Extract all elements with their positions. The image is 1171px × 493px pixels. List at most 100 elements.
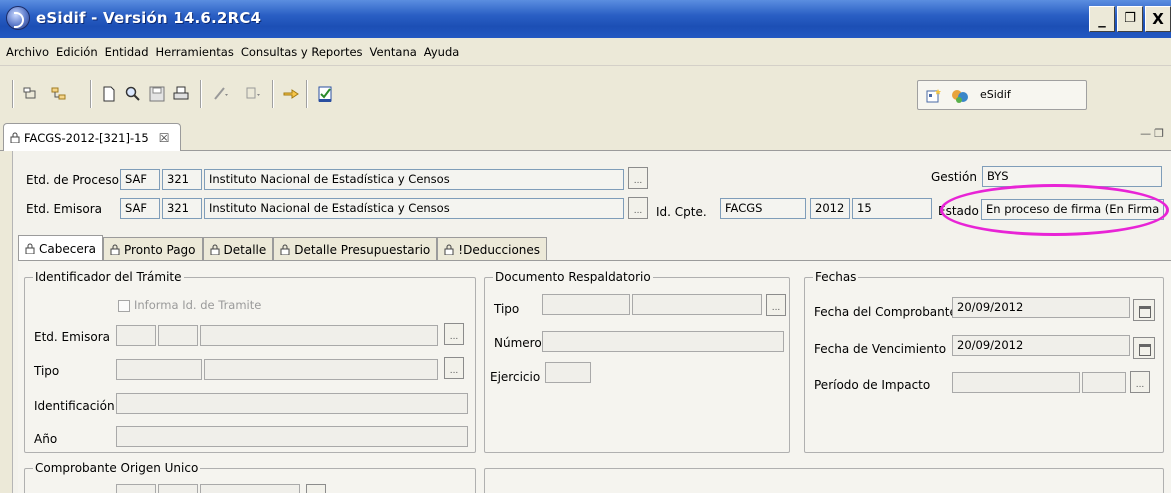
etd-proceso-name-field[interactable]: Instituto Nacional de Estadística y Cens… [204, 169, 624, 190]
editor-tab-bar: FACGS-2012-[321]-15 ☒ —❐ [0, 121, 1171, 151]
etd-emisora-label: Etd. Emisora [26, 202, 103, 216]
informa-id-tramite-label: Informa Id. de Tramite [134, 298, 262, 312]
view-controls[interactable]: —❐ [1140, 127, 1167, 140]
fecha-vencimiento-calendar-icon[interactable] [1133, 337, 1155, 359]
doc-numero-label: Número [494, 336, 542, 350]
new-document-icon[interactable] [100, 85, 118, 103]
gestion-field[interactable]: BYS [982, 166, 1162, 187]
detail-tabs: Cabecera Pronto Pago Detalle Detalle Pre… [18, 235, 548, 261]
sign-arrow-icon[interactable] [282, 85, 300, 103]
window-title: eSidif - Versión 14.6.2RC4 [36, 9, 262, 27]
menu-consultas-reportes[interactable]: Consultas y Reportes [241, 45, 363, 59]
doc-tipo-code-field[interactable] [542, 294, 630, 315]
comprobante-origen-title: Comprobante Origen Unico [33, 461, 201, 475]
minimize-button[interactable]: _ [1089, 6, 1115, 32]
fecha-vencimiento-label: Fecha de Vencimiento [814, 342, 947, 356]
close-button[interactable]: X [1145, 6, 1171, 32]
periodo-impacto-lookup-button[interactable]: ... [1130, 371, 1150, 393]
gestion-label: Gestión [931, 170, 977, 184]
fecha-vencimiento-field[interactable]: 20/09/2012 [952, 335, 1130, 356]
tab-deducciones[interactable]: !Deducciones [437, 237, 548, 261]
minimize-view-icon[interactable]: — [1140, 127, 1154, 140]
estado-label: Estado [938, 204, 979, 218]
tab-detalle-presupuestario-label: Detalle Presupuestario [294, 242, 431, 257]
collapse-icon[interactable] [22, 85, 40, 103]
tab-close-icon[interactable]: ☒ [159, 131, 170, 145]
origen-number-field[interactable] [158, 484, 198, 493]
tab-cabecera-label: Cabecera [39, 241, 96, 256]
informa-id-tramite-checkbox[interactable] [118, 300, 130, 312]
periodo-impacto-secondary-field[interactable] [1082, 372, 1126, 393]
lock-icon [10, 132, 20, 143]
id-cpte-year-field[interactable]: 2012 [810, 198, 850, 219]
tab-detalle-label: Detalle [223, 242, 267, 257]
tab-pronto-pago-label: Pronto Pago [124, 242, 196, 257]
tab-detalle-presupuestario[interactable]: Detalle Presupuestario [273, 237, 438, 261]
menu-archivo[interactable]: Archivo [6, 45, 49, 59]
toolbar-separator [272, 80, 274, 108]
approve-document-icon[interactable] [316, 85, 334, 103]
ident-etd-emisora-code-field[interactable] [116, 325, 156, 346]
toolbar-separator [90, 80, 92, 108]
etd-emisora-code-field[interactable]: SAF [120, 198, 160, 219]
estado-field[interactable]: En proceso de firma (En Firma [981, 199, 1164, 220]
fecha-comprobante-field[interactable]: 20/09/2012 [952, 297, 1130, 318]
menu-ventana[interactable]: Ventana [370, 45, 417, 59]
doc-tipo-lookup-button[interactable]: ... [766, 294, 786, 316]
tab-detalle[interactable]: Detalle [202, 237, 274, 261]
title-bar: eSidif - Versión 14.6.2RC4 _ ❐ X [0, 0, 1171, 38]
etd-emisora-name-field[interactable]: Instituto Nacional de Estadística y Cens… [204, 198, 624, 219]
search-icon[interactable] [124, 85, 142, 103]
identificador-title: Identificador del Trámite [33, 270, 184, 284]
toolbar-separator [200, 80, 202, 108]
editor-tab-label: FACGS-2012-[321]-15 [24, 130, 149, 145]
fecha-comprobante-calendar-icon[interactable] [1133, 299, 1155, 321]
menu-ayuda[interactable]: Ayuda [424, 45, 460, 59]
ident-tipo-name-field[interactable] [204, 359, 438, 380]
doc-ejercicio-field[interactable] [545, 362, 591, 383]
doc-numero-field[interactable] [542, 331, 784, 352]
tab-pronto-pago[interactable]: Pronto Pago [103, 237, 203, 261]
maximize-view-icon[interactable]: ❐ [1154, 127, 1167, 140]
ident-anio-field[interactable] [116, 426, 468, 447]
id-cpte-number-field[interactable]: 15 [852, 198, 932, 219]
ident-etd-emisora-name-field[interactable] [200, 325, 438, 346]
documento-title: Documento Respaldatorio [493, 270, 653, 284]
editor-tab-facgs[interactable]: FACGS-2012-[321]-15 ☒ [3, 123, 181, 151]
doc-tipo-name-field[interactable] [632, 294, 762, 315]
etd-emisora-number-field[interactable]: 321 [162, 198, 202, 219]
open-perspective-icon[interactable] [926, 88, 942, 104]
id-cpte-type-field[interactable]: FACGS [720, 198, 806, 219]
print-icon[interactable] [172, 85, 190, 103]
ident-etd-emisora-lookup-button[interactable]: ... [444, 323, 464, 345]
ident-etd-emisora-number-field[interactable] [158, 325, 198, 346]
menu-bar: Archivo Edición Entidad Herramientas Con… [0, 38, 1171, 66]
etd-proceso-lookup-button[interactable]: ... [628, 167, 648, 189]
perspective-switcher[interactable]: eSidif [917, 80, 1087, 110]
etd-proceso-number-field[interactable]: 321 [162, 169, 202, 190]
origen-lookup-button[interactable] [306, 484, 326, 493]
navigate-dropdown-icon[interactable] [244, 85, 262, 103]
menu-edicion[interactable]: Edición [56, 45, 98, 59]
menu-herramientas[interactable]: Herramientas [156, 45, 234, 59]
restore-button[interactable]: ❐ [1117, 6, 1143, 32]
ident-tipo-lookup-button[interactable]: ... [444, 357, 464, 379]
etd-proceso-code-field[interactable]: SAF [120, 169, 160, 190]
origen-name-field[interactable] [200, 484, 300, 493]
ident-identificacion-field[interactable] [116, 393, 468, 414]
edit-dropdown-icon[interactable] [212, 85, 230, 103]
periodo-impacto-field[interactable] [952, 372, 1080, 393]
doc-tipo-label: Tipo [494, 302, 520, 316]
ident-tipo-label: Tipo [34, 364, 60, 378]
origen-code-field[interactable] [116, 484, 156, 493]
menu-entidad[interactable]: Entidad [105, 45, 149, 59]
hierarchy-icon[interactable] [50, 85, 68, 103]
ident-tipo-code-field[interactable] [116, 359, 202, 380]
secondary-group [484, 468, 1164, 493]
etd-proceso-label: Etd. de Proceso [26, 173, 119, 187]
save-icon[interactable] [148, 85, 166, 103]
tab-cabecera[interactable]: Cabecera [18, 235, 103, 261]
lock-icon [110, 244, 120, 255]
etd-emisora-lookup-button[interactable]: ... [628, 197, 648, 219]
lock-icon [25, 243, 35, 254]
